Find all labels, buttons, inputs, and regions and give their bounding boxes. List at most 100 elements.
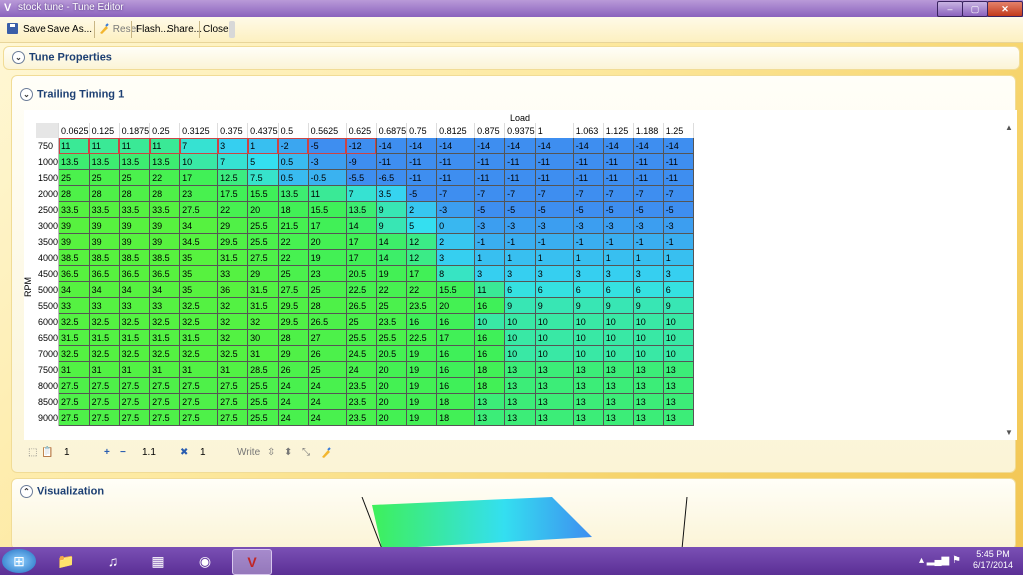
table-cell[interactable]: -11 xyxy=(663,169,694,186)
column-header[interactable]: 0.125 xyxy=(89,123,120,138)
table-cell[interactable]: -7 xyxy=(603,185,634,202)
row-header[interactable]: 3000 xyxy=(36,217,60,234)
table-cell[interactable]: -5 xyxy=(504,201,536,218)
table-cell[interactable]: 27.5 xyxy=(119,377,151,394)
table-cell[interactable]: -11 xyxy=(663,153,694,170)
table-cell[interactable]: 11 xyxy=(474,281,506,298)
table-cell[interactable]: -5 xyxy=(663,201,694,218)
table-cell[interactable]: -11 xyxy=(603,153,634,170)
table-cell[interactable]: -11 xyxy=(535,153,574,170)
table-cell[interactable]: 3 xyxy=(573,265,604,282)
table-cell[interactable]: 34 xyxy=(119,281,151,298)
column-header[interactable]: 1.125 xyxy=(603,123,634,138)
table-cell[interactable]: 22 xyxy=(406,281,438,298)
table-cell[interactable]: 15.5 xyxy=(247,185,279,202)
table-cell[interactable]: 32.5 xyxy=(179,313,219,330)
table-cell[interactable]: 19 xyxy=(376,265,408,282)
table-cell[interactable]: 7 xyxy=(217,153,249,170)
save-as-button[interactable]: Save As... xyxy=(47,23,92,37)
paste-value-input[interactable]: 1 xyxy=(64,447,70,458)
table-cell[interactable]: -7 xyxy=(436,185,476,202)
table-cell[interactable]: 20 xyxy=(376,409,408,426)
row-header[interactable]: 4000 xyxy=(36,249,60,266)
table-cell[interactable]: 0 xyxy=(436,217,476,234)
table-cell[interactable]: 36.5 xyxy=(149,265,181,282)
table-cell[interactable]: 10 xyxy=(663,345,694,362)
table-cell[interactable]: 25 xyxy=(376,297,408,314)
table-cell[interactable]: 3 xyxy=(603,265,634,282)
table-cell[interactable]: 13 xyxy=(573,393,604,410)
table-cell[interactable]: 9 xyxy=(504,297,536,314)
table-cell[interactable]: 3 xyxy=(633,265,664,282)
table-cell[interactable]: -1 xyxy=(633,233,664,250)
table-cell[interactable]: -14 xyxy=(573,138,604,154)
table-cell[interactable]: 11 xyxy=(308,185,347,202)
table-cell[interactable]: 10 xyxy=(573,329,604,346)
column-header[interactable]: 0.25 xyxy=(149,123,181,138)
table-cell[interactable]: 10 xyxy=(633,329,664,346)
row-header[interactable]: 9000 xyxy=(36,409,60,426)
table-cell[interactable]: -11 xyxy=(573,153,604,170)
row-header[interactable]: 8500 xyxy=(36,393,60,410)
table-cell[interactable]: 25 xyxy=(346,313,377,330)
column-header[interactable]: 0.625 xyxy=(346,123,377,138)
table-cell[interactable]: 38.5 xyxy=(149,249,181,266)
table-cell[interactable]: 18 xyxy=(436,409,476,426)
table-cell[interactable]: 31.5 xyxy=(179,329,219,346)
table-cell[interactable]: -7 xyxy=(535,185,574,202)
table-cell[interactable]: 1 xyxy=(474,249,506,266)
table-cell[interactable]: 27.5 xyxy=(89,409,120,426)
table-cell[interactable]: 17 xyxy=(179,169,219,186)
table-cell[interactable]: 1 xyxy=(663,249,694,266)
copy-icon[interactable]: ⬚ xyxy=(28,447,37,458)
table-cell[interactable]: 13 xyxy=(603,409,634,426)
table-cell[interactable]: 12.5 xyxy=(217,169,249,186)
table-cell[interactable]: 25.5 xyxy=(346,329,377,346)
table-cell[interactable]: 20.5 xyxy=(346,265,377,282)
column-header[interactable]: 0.8125 xyxy=(436,123,476,138)
table-cell[interactable]: 24 xyxy=(346,361,377,378)
table-cell[interactable]: 1 xyxy=(573,249,604,266)
table-cell[interactable]: 11 xyxy=(89,138,120,154)
table-cell[interactable]: -2 xyxy=(278,138,309,154)
table-cell[interactable]: 14 xyxy=(376,249,408,266)
table-cell[interactable]: 16 xyxy=(436,377,476,394)
table-cell[interactable]: -7 xyxy=(573,185,604,202)
table-cell[interactable]: 10 xyxy=(504,345,536,362)
table-cell[interactable]: 31 xyxy=(217,361,249,378)
table-cell[interactable]: 38.5 xyxy=(119,249,151,266)
table-cell[interactable]: 30 xyxy=(247,329,279,346)
table-cell[interactable]: -6.5 xyxy=(376,169,408,186)
table-cell[interactable]: 24.5 xyxy=(346,345,377,362)
table-cell[interactable]: 13 xyxy=(535,377,574,394)
maximize-button[interactable]: ▢ xyxy=(962,1,988,17)
table-cell[interactable]: 9 xyxy=(633,297,664,314)
table-cell[interactable]: 13 xyxy=(573,377,604,394)
table-cell[interactable]: 34.5 xyxy=(179,233,219,250)
table-cell[interactable]: 39 xyxy=(119,217,151,234)
table-cell[interactable]: 27 xyxy=(308,329,347,346)
table-cell[interactable]: 35 xyxy=(179,265,219,282)
table-cell[interactable]: -12 xyxy=(346,138,377,154)
broom-icon[interactable] xyxy=(320,447,332,462)
table-cell[interactable]: 13 xyxy=(573,361,604,378)
table-cell[interactable]: 16 xyxy=(406,313,438,330)
row-header[interactable]: 1000 xyxy=(36,153,60,170)
table-cell[interactable]: 13 xyxy=(633,377,664,394)
table-cell[interactable]: 32.5 xyxy=(149,345,181,362)
table-cell[interactable]: 13 xyxy=(603,361,634,378)
table-cell[interactable]: 13 xyxy=(504,409,536,426)
table-cell[interactable]: 13 xyxy=(633,393,664,410)
timing-table[interactable]: 0.0625 0.125 0.1875 0.25 0.3125 0.375 0.4375 0.… xyxy=(36,123,694,426)
row-header[interactable]: 1500 xyxy=(36,169,60,186)
table-cell[interactable]: 31.5 xyxy=(89,329,120,346)
table-cell[interactable]: -3 xyxy=(308,153,347,170)
table-cell[interactable]: -14 xyxy=(663,138,694,154)
column-header[interactable]: 0.875 xyxy=(474,123,506,138)
table-cell[interactable]: -5 xyxy=(603,201,634,218)
table-cell[interactable]: 23.5 xyxy=(346,377,377,394)
multiply-value-input[interactable]: 1 xyxy=(200,447,206,458)
table-cell[interactable]: 13.5 xyxy=(278,185,309,202)
table-cell[interactable]: 19 xyxy=(406,345,438,362)
table-cell[interactable]: 25.5 xyxy=(247,377,279,394)
